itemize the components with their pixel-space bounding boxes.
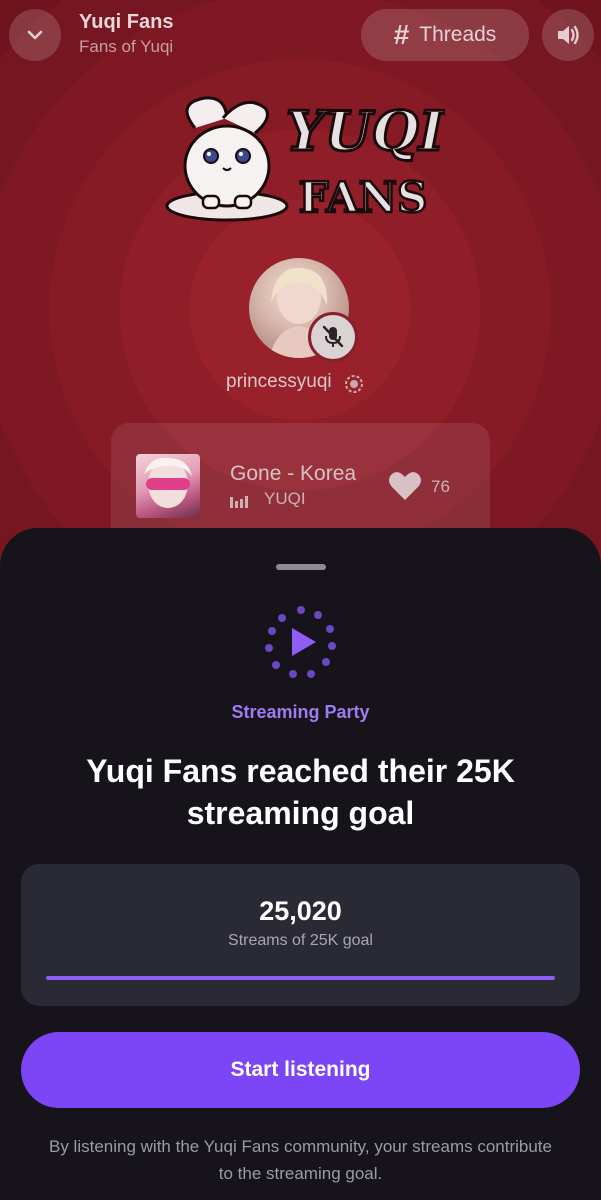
goal-headline: Yuqi Fans reached their 25K streaming go…	[86, 753, 515, 831]
hash-icon: #	[393, 19, 410, 50]
like-count: 76	[431, 477, 450, 496]
sheet-drag-handle[interactable]	[276, 564, 326, 570]
goal-progress-bar	[46, 976, 555, 980]
chevron-down-icon	[27, 30, 43, 40]
song-title: Gone - Korea	[230, 462, 357, 485]
streaming-party-icon	[265, 606, 336, 678]
room-title: Yuqi Fans	[79, 11, 174, 33]
crown-badge-icon	[345, 375, 363, 393]
collapse-button[interactable]	[9, 9, 61, 61]
mic-muted-icon	[322, 325, 344, 348]
host-username: princessyuqi	[226, 371, 332, 392]
equalizer-icon	[230, 496, 248, 508]
streaming-party-label: Streaming Party	[231, 702, 370, 722]
song-artist: YUQI	[264, 489, 306, 508]
start-listening-button[interactable]: Start listening	[21, 1032, 580, 1108]
logo-text-yuqi: YUQI	[286, 99, 445, 163]
goal-progress-fill	[46, 976, 555, 980]
logo-text-fans: FANS	[299, 173, 428, 222]
room-subtitle: Fans of Yuqi	[79, 37, 174, 56]
heart-icon[interactable]	[388, 470, 422, 502]
community-logo: YUQI FANS	[165, 88, 447, 228]
footnote-text: By listening with the Yuqi Fans communit…	[49, 1137, 552, 1183]
threads-button[interactable]: # Threads	[361, 9, 529, 61]
sound-button[interactable]	[542, 9, 594, 61]
speaker-icon	[558, 25, 579, 45]
threads-label: Threads	[419, 23, 497, 46]
album-art	[136, 454, 200, 518]
muted-badge	[308, 312, 358, 362]
stream-count: 25,020	[259, 896, 342, 926]
goal-caption: Streams of 25K goal	[228, 932, 373, 949]
